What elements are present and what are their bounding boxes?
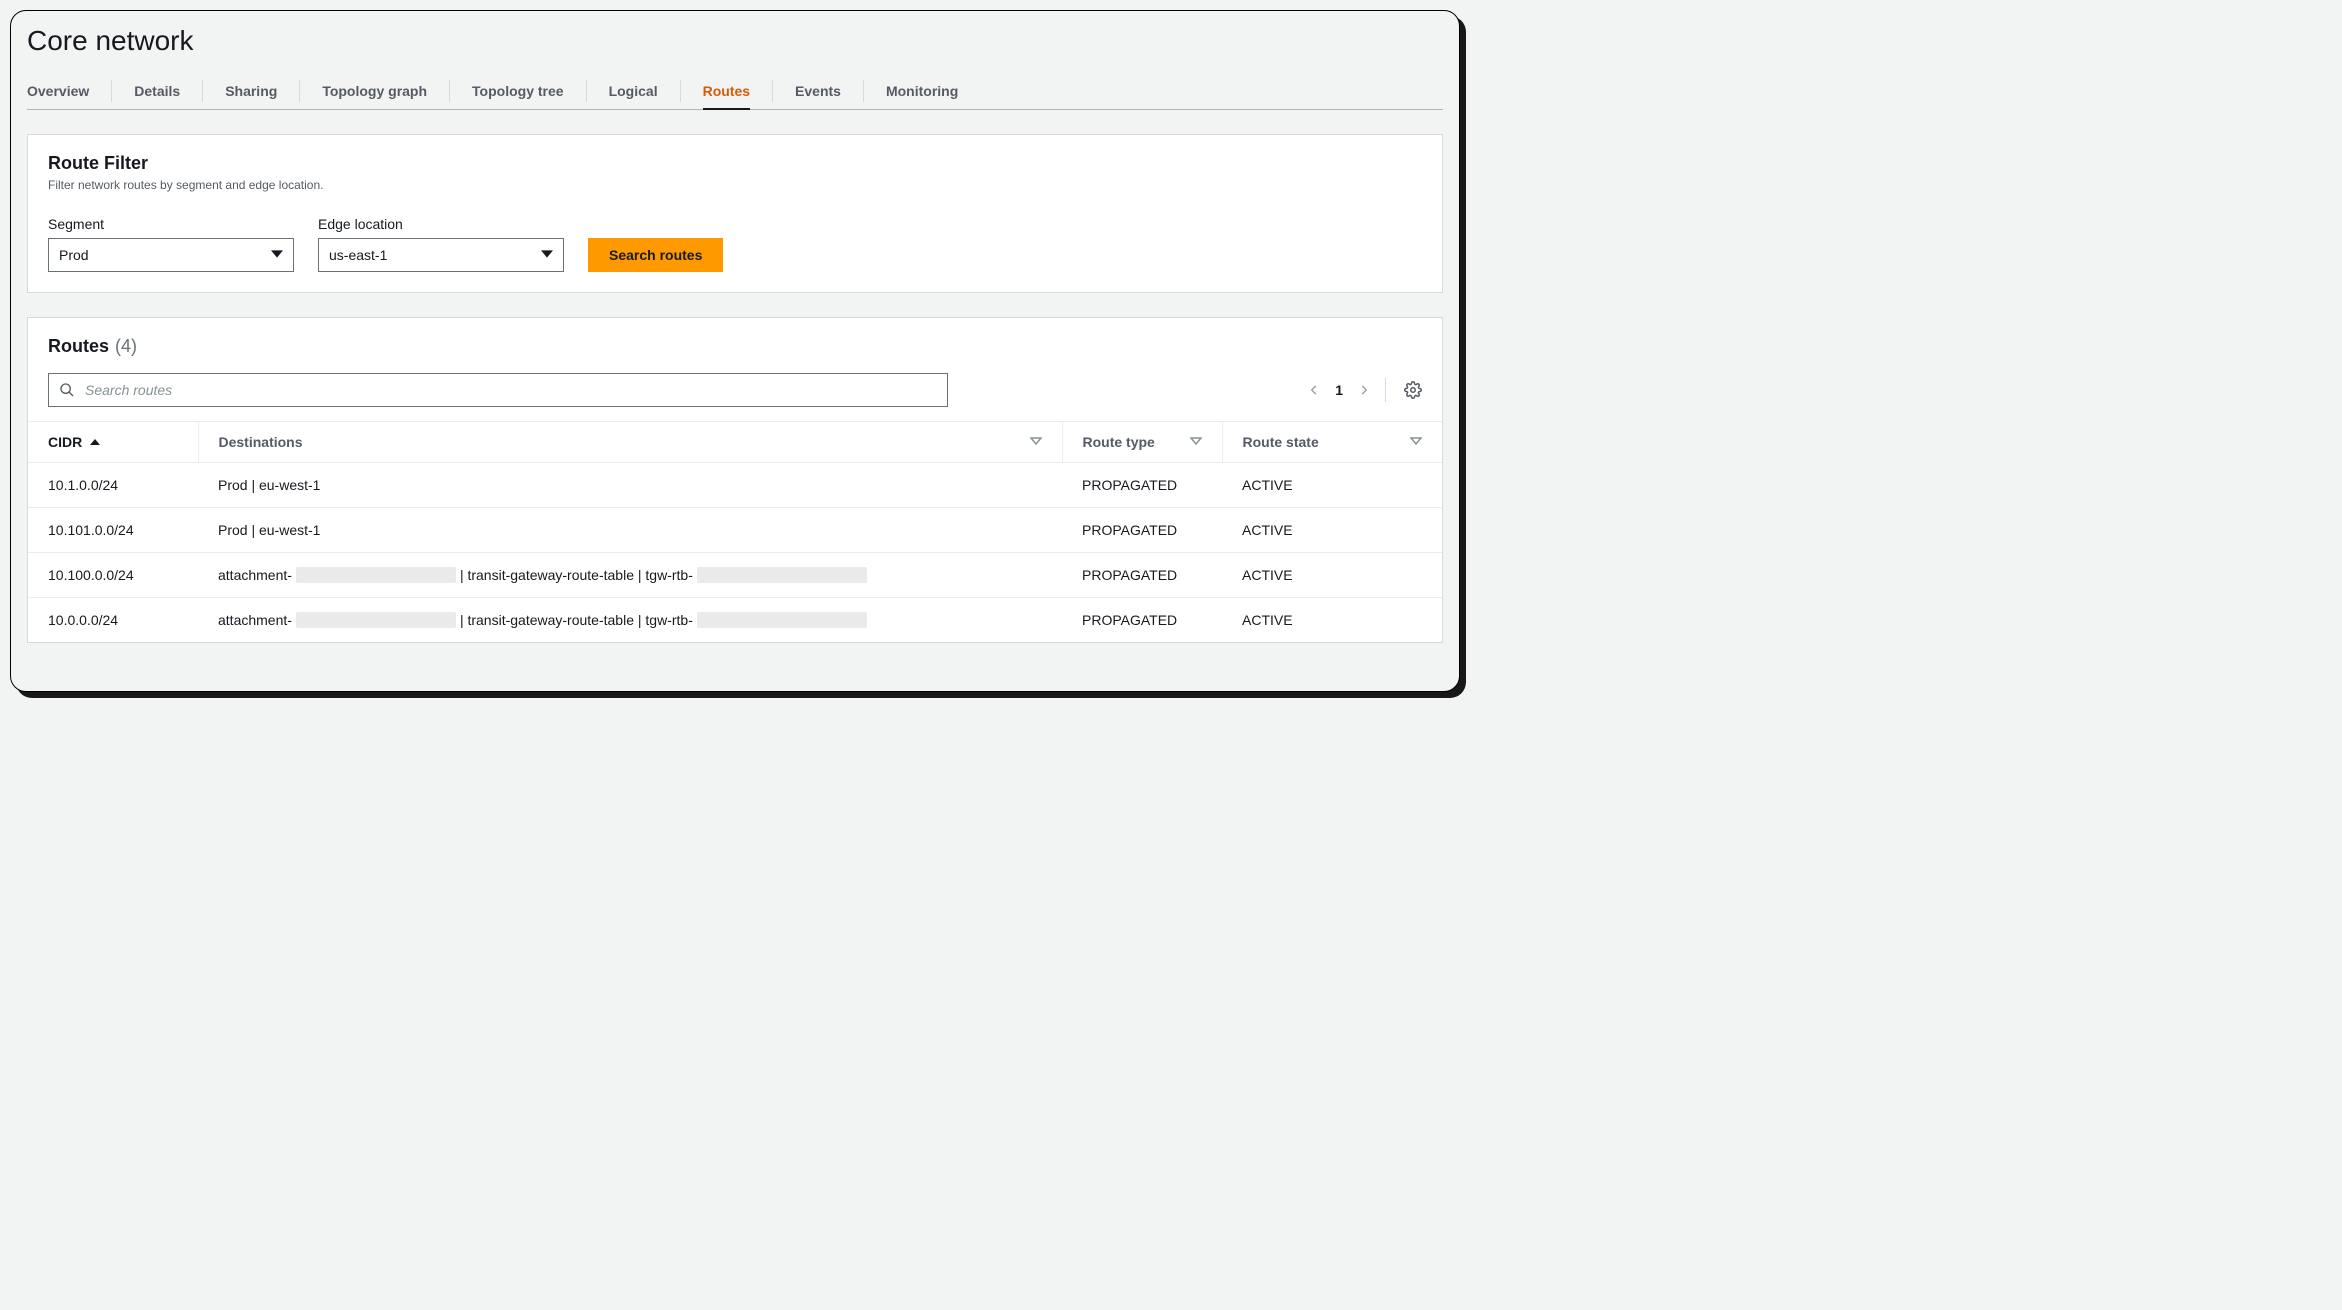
- routes-panel: Routes (4) 1 CIDR: [27, 317, 1443, 643]
- cidr-cell: 10.100.0.0/24: [28, 553, 198, 598]
- filter-icon[interactable]: [1410, 436, 1422, 448]
- destination-text: | transit-gateway-route-table | tgw-rtb-: [460, 612, 693, 628]
- panel-header: Route Filter Filter network routes by se…: [28, 135, 1442, 200]
- tab-topology-graph[interactable]: Topology graph: [322, 73, 427, 109]
- tab-details[interactable]: Details: [134, 73, 180, 109]
- redacted-value: [697, 567, 867, 583]
- cidr-cell: 10.0.0.0/24: [28, 598, 198, 643]
- table-row: 10.101.0.0/24 Prod | eu-west-1 PROPAGATEDA…: [28, 508, 1442, 553]
- table-row: 10.1.0.0/24 Prod | eu-west-1 PROPAGATEDACT…: [28, 463, 1442, 508]
- segment-label: Segment: [48, 216, 294, 232]
- destinations-cell: Prod | eu-west-1: [198, 508, 1062, 553]
- tab-monitoring[interactable]: Monitoring: [886, 73, 958, 109]
- next-page-button[interactable]: [1357, 383, 1371, 397]
- divider: [863, 80, 864, 102]
- tab-routes[interactable]: Routes: [703, 73, 750, 109]
- column-label: Route state: [1243, 434, 1319, 450]
- route-type-cell: PROPAGATED: [1062, 553, 1222, 598]
- segment-value: Prod: [59, 247, 89, 263]
- table-row: 10.0.0.0/24attachment- | transit-gateway…: [28, 598, 1442, 643]
- destination-text: attachment-: [218, 567, 292, 583]
- divider: [772, 80, 773, 102]
- page-number: 1: [1335, 382, 1343, 398]
- destinations-cell: attachment- | transit-gateway-route-tabl…: [198, 553, 1062, 598]
- route-state-cell: ACTIVE: [1222, 463, 1442, 508]
- route-type-cell: PROPAGATED: [1062, 508, 1222, 553]
- divider: [680, 80, 681, 102]
- panel-body: Segment Prod Edge location us-east-1: [28, 200, 1442, 292]
- search-routes-input-wrapper[interactable]: [48, 373, 948, 407]
- column-label: CIDR: [48, 434, 82, 450]
- redacted-value: [697, 612, 867, 628]
- settings-icon[interactable]: [1404, 381, 1422, 399]
- segment-field: Segment Prod: [48, 216, 294, 272]
- routes-table: CIDR Destinations Route type: [28, 421, 1442, 642]
- edge-location-field: Edge location us-east-1: [318, 216, 564, 272]
- tab-logical[interactable]: Logical: [609, 73, 658, 109]
- table-row: 10.100.0.0/24attachment- | transit-gatew…: [28, 553, 1442, 598]
- column-header-route-state[interactable]: Route state: [1222, 422, 1442, 463]
- pagination: 1: [1307, 378, 1422, 402]
- routes-header: Routes (4): [28, 318, 1442, 373]
- route-filter-panel: Route Filter Filter network routes by se…: [27, 134, 1443, 293]
- search-icon: [59, 382, 75, 398]
- redacted-value: [296, 612, 456, 628]
- destination-text: | transit-gateway-route-table | tgw-rtb-: [460, 567, 693, 583]
- destination-text: Prod | eu-west-1: [218, 477, 320, 493]
- cidr-cell: 10.101.0.0/24: [28, 508, 198, 553]
- routes-count: (4): [115, 336, 137, 357]
- redacted-value: [296, 567, 456, 583]
- edge-location-value: us-east-1: [329, 247, 387, 263]
- destinations-cell: Prod | eu-west-1: [198, 463, 1062, 508]
- route-state-cell: ACTIVE: [1222, 508, 1442, 553]
- cidr-cell: 10.1.0.0/24: [28, 463, 198, 508]
- filter-icon[interactable]: [1030, 436, 1042, 448]
- sort-asc-icon: [90, 437, 100, 447]
- destination-text: attachment-: [218, 612, 292, 628]
- route-type-cell: PROPAGATED: [1062, 463, 1222, 508]
- destinations-cell: attachment- | transit-gateway-route-tabl…: [198, 598, 1062, 643]
- divider: [449, 80, 450, 102]
- tab-events[interactable]: Events: [795, 73, 841, 109]
- destination-text: Prod | eu-west-1: [218, 522, 320, 538]
- route-state-cell: ACTIVE: [1222, 598, 1442, 643]
- routes-title: Routes: [48, 336, 109, 357]
- route-type-cell: PROPAGATED: [1062, 598, 1222, 643]
- tab-overview[interactable]: Overview: [27, 73, 89, 109]
- route-filter-title: Route Filter: [48, 153, 1422, 174]
- tab-bar: Overview Details Sharing Topology graph Topo…: [27, 73, 1443, 110]
- segment-select[interactable]: Prod: [48, 238, 294, 272]
- divider: [111, 80, 112, 102]
- tab-sharing[interactable]: Sharing: [225, 73, 277, 109]
- divider: [299, 80, 300, 102]
- caret-down-icon: [541, 247, 553, 263]
- page-title: Core network: [27, 25, 1443, 57]
- prev-page-button[interactable]: [1307, 383, 1321, 397]
- column-header-destinations[interactable]: Destinations: [198, 422, 1062, 463]
- route-state-cell: ACTIVE: [1222, 553, 1442, 598]
- divider: [1385, 378, 1386, 402]
- edge-location-select[interactable]: us-east-1: [318, 238, 564, 272]
- filter-icon[interactable]: [1190, 436, 1202, 448]
- divider: [586, 80, 587, 102]
- page-container: Core network Overview Details Sharing Topol…: [10, 10, 1460, 692]
- caret-down-icon: [271, 247, 283, 263]
- routes-toolbar: 1: [28, 373, 1442, 421]
- column-header-route-type[interactable]: Route type: [1062, 422, 1222, 463]
- route-filter-subtitle: Filter network routes by segment and edg…: [48, 178, 1422, 192]
- column-header-cidr[interactable]: CIDR: [28, 422, 198, 463]
- search-routes-button[interactable]: Search routes: [588, 238, 723, 272]
- tab-topology-tree[interactable]: Topology tree: [472, 73, 564, 109]
- search-routes-input[interactable]: [83, 381, 937, 399]
- column-label: Destinations: [219, 434, 303, 450]
- edge-location-label: Edge location: [318, 216, 564, 232]
- filter-row: Segment Prod Edge location us-east-1: [48, 216, 1422, 272]
- divider: [202, 80, 203, 102]
- column-label: Route type: [1083, 434, 1155, 450]
